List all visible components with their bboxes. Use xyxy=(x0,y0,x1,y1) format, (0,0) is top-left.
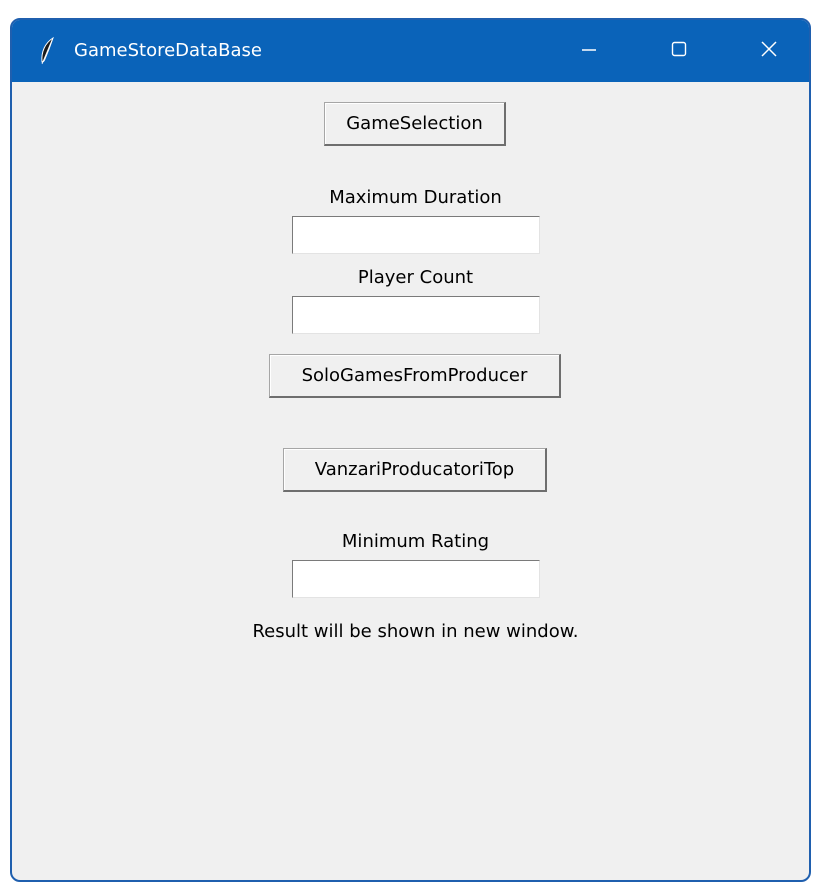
maximize-icon xyxy=(670,40,688,62)
title-bar[interactable]: GameStoreDataBase xyxy=(12,20,809,82)
feather-icon xyxy=(36,36,60,66)
top-producers-sales-button[interactable]: VanzariProducatoriTop xyxy=(283,448,547,492)
max-duration-label: Maximum Duration xyxy=(329,187,502,208)
maximize-button[interactable] xyxy=(634,20,724,82)
player-count-label: Player Count xyxy=(357,267,474,288)
window-title: GameStoreDataBase xyxy=(74,40,262,61)
close-button[interactable] xyxy=(724,20,809,82)
player-count-input[interactable] xyxy=(292,296,540,334)
close-icon xyxy=(759,39,779,63)
minimize-icon xyxy=(580,40,598,62)
max-duration-input[interactable] xyxy=(292,216,540,254)
minimize-button[interactable] xyxy=(544,20,634,82)
window-content: GameSelection Maximum Duration Player Co… xyxy=(12,82,809,880)
solo-games-from-producer-button[interactable]: SoloGamesFromProducer xyxy=(269,354,561,398)
min-rating-input[interactable] xyxy=(292,560,540,598)
app-window: GameStoreDataBase GameSelection Maximum … xyxy=(10,18,811,882)
min-rating-label: Minimum Rating xyxy=(341,531,490,552)
game-selection-button[interactable]: GameSelection xyxy=(324,102,506,146)
result-message: Result will be shown in new window. xyxy=(252,621,579,642)
